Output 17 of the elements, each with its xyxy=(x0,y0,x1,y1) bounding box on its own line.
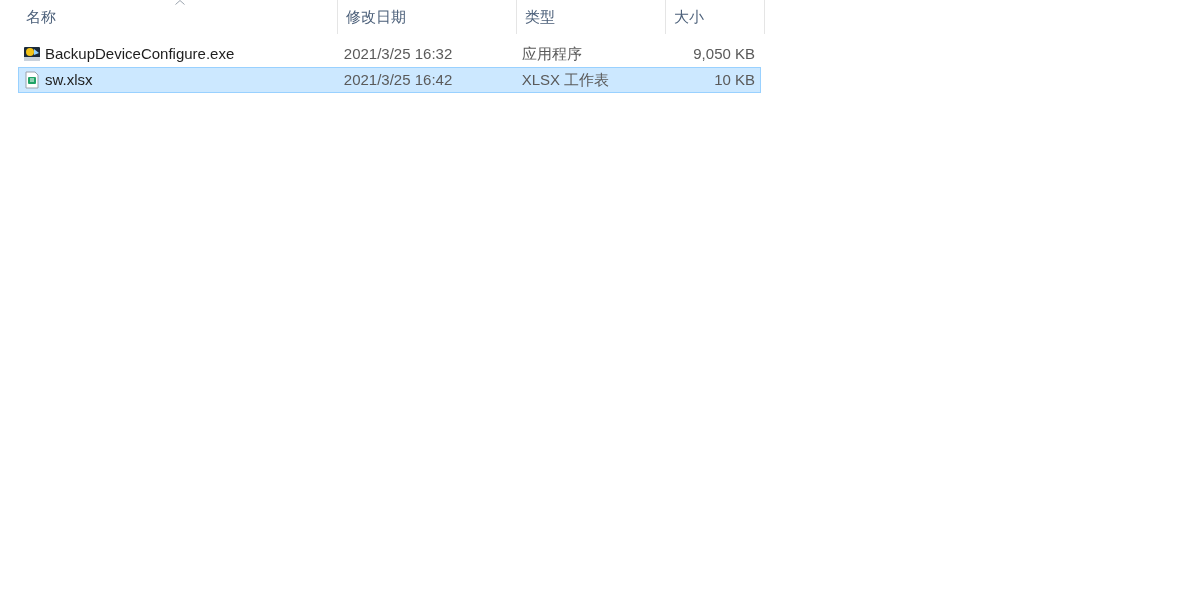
sort-caret-icon xyxy=(175,0,185,5)
file-size: 9,050 KB xyxy=(693,43,755,64)
application-icon xyxy=(23,45,41,63)
file-row[interactable]: sw.xlsx 2021/3/25 16:42 XLSX 工作表 10 KB xyxy=(18,67,761,93)
column-header[interactable]: 大小 xyxy=(666,0,765,34)
modified-date: 2021/3/25 16:42 xyxy=(343,69,453,90)
column-header[interactable]: 修改日期 xyxy=(338,0,517,34)
column-header[interactable]: 名称 xyxy=(18,0,338,34)
file-row[interactable]: BackupDeviceConfigure.exe 2021/3/25 16:32 应用程序 9,050 KB xyxy=(18,41,761,67)
file-type: 应用程序 xyxy=(521,43,582,64)
column-header[interactable]: 类型 xyxy=(517,0,666,34)
file-size: 10 KB xyxy=(714,69,755,90)
modified-date: 2021/3/25 16:32 xyxy=(343,43,453,64)
file-name: BackupDeviceConfigure.exe xyxy=(45,43,235,64)
file-type: XLSX 工作表 xyxy=(521,69,610,90)
file-name: sw.xlsx xyxy=(45,69,93,90)
spreadsheet-icon xyxy=(23,71,41,89)
